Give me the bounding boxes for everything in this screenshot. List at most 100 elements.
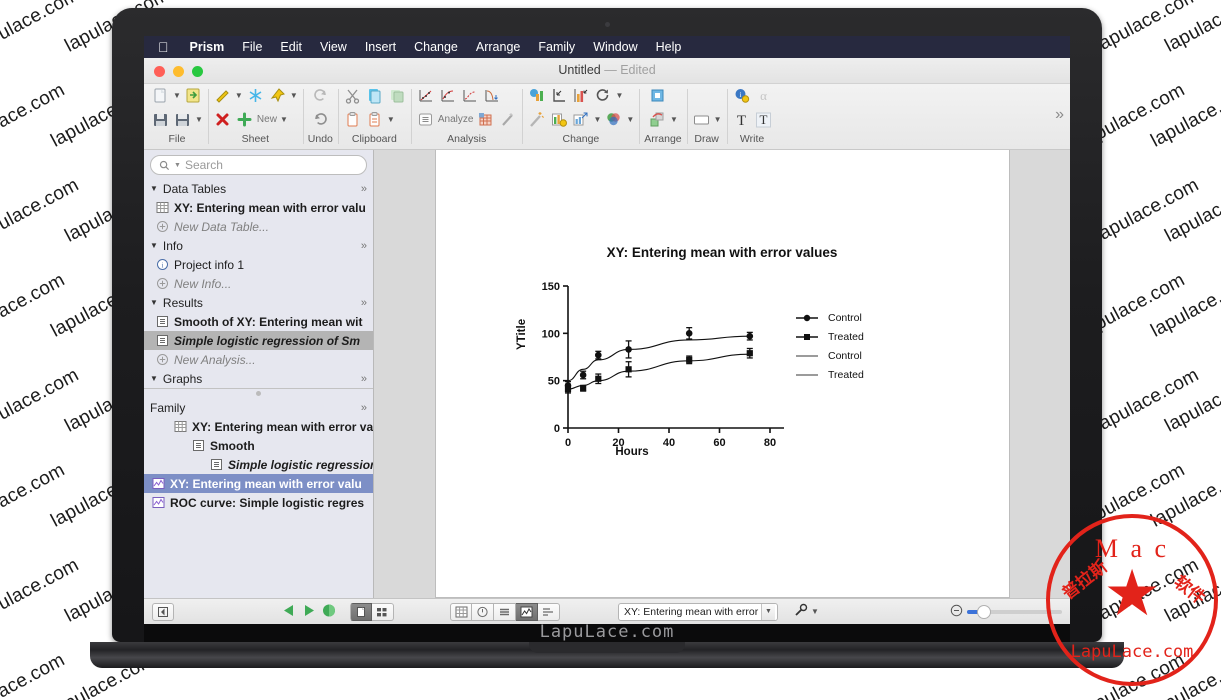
zoom-slider[interactable] xyxy=(950,604,1062,620)
section-chevron-info-icon[interactable]: » xyxy=(361,240,367,252)
disclosure-triangle-icon[interactable]: ▼ xyxy=(150,241,158,250)
disclosure-triangle-icon[interactable]: ▼ xyxy=(150,298,158,307)
chevron-down-icon[interactable]: ▼ xyxy=(761,603,775,620)
wand-color-icon[interactable] xyxy=(527,110,546,129)
color-scheme-caret-icon[interactable]: ▼ xyxy=(626,115,634,124)
family-item-data-table[interactable]: XY: Entering mean with error valu xyxy=(144,417,373,436)
section-header-info[interactable]: ▼ Info » xyxy=(144,236,373,255)
section-header-data-tables[interactable]: ▼ Data Tables » xyxy=(144,179,373,198)
disclosure-triangle-icon[interactable]: ▼ xyxy=(150,374,158,383)
sidebar-item-new-data-table[interactable]: New Data Table... xyxy=(144,217,373,236)
menu-item-prism[interactable]: Prism xyxy=(181,40,234,54)
menu-item-arrange[interactable]: Arrange xyxy=(467,40,529,54)
section-chevron-data-tables-icon[interactable]: » xyxy=(361,183,367,195)
menu-item-help[interactable]: Help xyxy=(647,40,691,54)
menu-item-view[interactable]: View xyxy=(311,40,356,54)
shape-caret-icon[interactable]: ▼ xyxy=(714,115,722,124)
sidebar-item-project-info[interactable]: i Project info 1 xyxy=(144,255,373,274)
highlighter-icon[interactable] xyxy=(213,86,232,105)
rotate-caret-icon[interactable]: ▼ xyxy=(670,115,678,124)
zoom-knob[interactable] xyxy=(977,604,991,619)
sidebar-item-data-table[interactable]: XY: Entering mean with error valu xyxy=(144,198,373,217)
prism-graph[interactable]: XY: Entering mean with error values 0 50 1… xyxy=(436,245,1009,468)
pin-caret-icon[interactable]: ▼ xyxy=(290,91,298,100)
results-tab-icon[interactable] xyxy=(494,602,516,621)
sidebar-item-new-info[interactable]: New Info... xyxy=(144,274,373,293)
layout-tab-icon[interactable] xyxy=(538,602,560,621)
new-sheet-label[interactable]: New xyxy=(257,114,277,125)
align-icon[interactable] xyxy=(648,86,667,105)
new-file-icon[interactable] xyxy=(151,86,170,105)
sidebar-item-simple-logistic-regression-results[interactable]: Simple logistic regression of Sm xyxy=(144,331,373,350)
magnifier-tool-icon[interactable] xyxy=(794,603,808,620)
shape-icon[interactable] xyxy=(692,110,711,129)
text-box-icon[interactable]: T xyxy=(754,110,773,129)
prev-sheet-icon[interactable] xyxy=(282,604,296,620)
redo-icon[interactable] xyxy=(311,86,330,105)
new-file-caret-icon[interactable]: ▼ xyxy=(173,91,181,100)
section-chevron-graphs-icon[interactable]: » xyxy=(361,373,367,385)
first-sheet-icon[interactable] xyxy=(152,602,174,621)
sidebar-splitter[interactable] xyxy=(144,388,373,398)
curve-icon[interactable] xyxy=(460,86,479,105)
color-scheme-icon[interactable] xyxy=(604,110,623,129)
nonlinear-fit-icon[interactable] xyxy=(438,86,457,105)
legend-row[interactable]: Control xyxy=(794,346,864,365)
family-item-smooth[interactable]: Smooth xyxy=(144,436,373,455)
graph-canvas-area[interactable]: XY: Entering mean with error values 0 50 1… xyxy=(374,150,1070,598)
delete-sheet-icon[interactable] xyxy=(213,110,232,129)
menu-item-change[interactable]: Change xyxy=(405,40,467,54)
legend-row[interactable]: Control xyxy=(794,308,864,327)
magic-wand-icon[interactable] xyxy=(498,110,517,129)
info-tab-icon[interactable] xyxy=(472,602,494,621)
analyze-icon[interactable] xyxy=(416,110,435,129)
last-sheet-icon[interactable] xyxy=(322,604,336,620)
paste-caret-icon[interactable]: ▼ xyxy=(387,115,395,124)
menu-item-file[interactable]: File xyxy=(233,40,271,54)
apple-icon[interactable]:  xyxy=(158,40,169,54)
zoom-out-icon[interactable] xyxy=(950,604,963,620)
interpolate-icon[interactable] xyxy=(482,86,501,105)
graphs-tab-icon[interactable] xyxy=(516,602,538,621)
sidebar-item-new-analysis[interactable]: New Analysis... xyxy=(144,350,373,369)
legend-row[interactable]: Treated xyxy=(794,327,864,346)
disclosure-triangle-icon[interactable]: ▼ xyxy=(150,184,158,193)
section-chevron-results-icon[interactable]: » xyxy=(361,297,367,309)
legend-row[interactable]: Treated xyxy=(794,365,864,384)
undo-icon[interactable] xyxy=(311,110,330,129)
family-item-xy-graph[interactable]: XY: Entering mean with error valu xyxy=(144,474,373,493)
family-item-simple-logistic-regression[interactable]: Simple logistic regression xyxy=(144,455,373,474)
search-input[interactable]: ▼ Search xyxy=(150,155,367,175)
resize-graph-icon[interactable] xyxy=(571,110,590,129)
cut-icon[interactable] xyxy=(343,86,362,105)
section-header-results[interactable]: ▼ Results » xyxy=(144,293,373,312)
ribbon-overflow-chevron-icon[interactable]: » xyxy=(1055,106,1064,124)
text-serif-icon[interactable]: T xyxy=(732,110,751,129)
add-bar-icon[interactable] xyxy=(549,110,568,129)
save-icon[interactable] xyxy=(151,110,170,129)
highlighter-caret-icon[interactable]: ▼ xyxy=(235,91,243,100)
resize-caret-icon[interactable]: ▼ xyxy=(593,115,601,124)
family-item-roc-curve[interactable]: ROC curve: Simple logistic regres xyxy=(144,493,373,512)
next-sheet-icon[interactable] xyxy=(302,604,316,620)
analyze-label[interactable]: Analyze xyxy=(438,114,474,125)
magnifier-caret-icon[interactable]: ▼ xyxy=(811,607,819,616)
paste-special-icon[interactable] xyxy=(365,110,384,129)
greek-alpha-icon[interactable]: α xyxy=(754,86,773,105)
gallery-view-icon[interactable] xyxy=(372,602,394,621)
search-scope-caret-icon[interactable]: ▼ xyxy=(174,162,181,169)
info-text-icon[interactable]: i xyxy=(732,86,751,105)
zoom-track[interactable] xyxy=(967,604,1062,619)
paste-icon[interactable] xyxy=(343,110,362,129)
new-sheet-icon[interactable] xyxy=(235,110,254,129)
section-header-family[interactable]: Family » xyxy=(144,398,373,417)
sidebar-item-smooth-results[interactable]: Smooth of XY: Entering mean wit xyxy=(144,312,373,331)
refresh-icon[interactable] xyxy=(593,86,612,105)
axis-icon[interactable] xyxy=(549,86,568,105)
graph-page[interactable]: XY: Entering mean with error values 0 50 1… xyxy=(434,150,1010,598)
refresh-caret-icon[interactable]: ▼ xyxy=(615,91,623,100)
save-caret-icon[interactable]: ▼ xyxy=(195,115,203,124)
data-table-icon[interactable] xyxy=(476,110,495,129)
sheet-selector-dropdown[interactable]: XY: Entering mean with error ▼ xyxy=(618,602,778,621)
menu-item-edit[interactable]: Edit xyxy=(271,40,311,54)
